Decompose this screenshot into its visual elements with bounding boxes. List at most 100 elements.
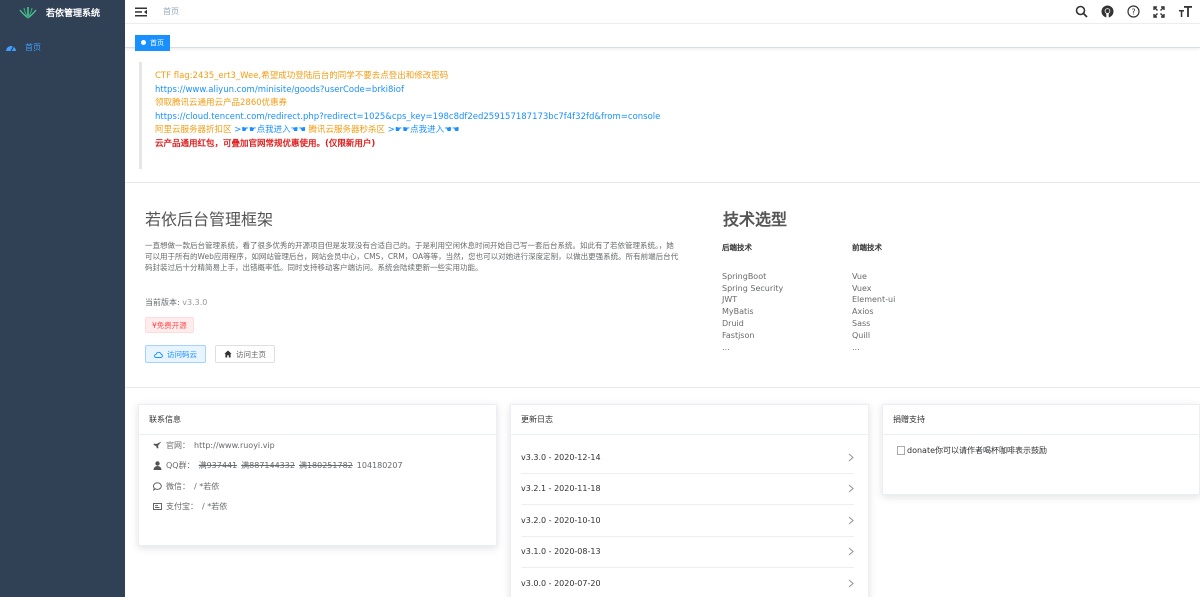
notice-tencent-enter-link[interactable]: >☛☛点我进入☚☚ bbox=[388, 125, 460, 135]
changelog-item-label: v3.1.0 - 2020-08-13 bbox=[521, 547, 601, 557]
broken-image-icon bbox=[897, 446, 905, 455]
notice-flag: CTF flag:2435_ert3_Wee,希望成功登陆后台的同学不要去点登出… bbox=[155, 71, 449, 81]
contact-card: 联系信息 官网： http://www.ruoyi.vip QQ群： 满9374… bbox=[138, 404, 497, 546]
notice-redpacket[interactable]: 云产品通用红包，可叠加官网常规优惠使用。(仅限新用户) bbox=[155, 138, 1200, 152]
alipay-label: 支付宝： bbox=[166, 502, 198, 512]
notice-promo-row: 阿里云服务器折扣区 >☛☛点我进入☚☚ 腾讯云服务器秒杀区 >☛☛点我进入☚☚ bbox=[155, 124, 1200, 138]
app-root: 若依管理系统 首页 首页 ? 首页 CTF flag:2435_ert3_Wee… bbox=[0, 0, 1200, 597]
frontend-tech-list: 前端技术 Vue Vuex Element-ui Axios Sass Quil… bbox=[852, 242, 895, 353]
list-item: Element-ui bbox=[852, 295, 896, 305]
github-icon[interactable] bbox=[1100, 5, 1114, 19]
dashboard-icon bbox=[6, 46, 16, 52]
changelog-item[interactable]: v3.2.0 - 2020-10-10 bbox=[521, 505, 854, 537]
sidebar-item-label: 首页 bbox=[25, 42, 41, 52]
changelog-item-label: v3.0.0 - 2020-07-20 bbox=[521, 578, 601, 588]
backend-tech-title: 后端技术 bbox=[722, 243, 752, 252]
list-item: Vue bbox=[852, 271, 867, 281]
alipay-value: / *若依 bbox=[202, 502, 228, 512]
version-label: 当前版本: bbox=[145, 298, 180, 307]
home-icon bbox=[224, 350, 232, 358]
notice-aliyun-enter-link[interactable]: >☛☛点我进入☚☚ bbox=[234, 125, 306, 135]
changelog-item-label: v3.3.0 - 2020-12-14 bbox=[521, 452, 601, 462]
notice-tencent-link[interactable]: https://cloud.tencent.com/redirect.php?r… bbox=[155, 111, 1200, 125]
chevron-right-icon bbox=[848, 516, 854, 525]
tech-title: 技术选型 bbox=[723, 210, 788, 229]
qq-group-open[interactable]: 104180207 bbox=[357, 461, 403, 470]
notice-block: CTF flag:2435_ert3_Wee,希望成功登陆后台的同学不要去点登出… bbox=[139, 62, 1200, 169]
intro-title: 若依后台管理框架 bbox=[145, 210, 274, 229]
navbar-right-menu: ? bbox=[1074, 5, 1200, 19]
list-item: JWT bbox=[722, 295, 738, 305]
contact-website: 官网： http://www.ruoyi.vip bbox=[139, 435, 496, 456]
divider bbox=[125, 182, 1200, 183]
money-icon bbox=[153, 502, 162, 511]
frontend-tech-title: 前端技术 bbox=[852, 243, 882, 252]
notice-tencent-label: 腾讯云服务器秒杀区 bbox=[308, 125, 386, 135]
list-item: Axios bbox=[852, 307, 874, 317]
qq-group-full: 满937441 bbox=[198, 461, 238, 471]
user-icon bbox=[153, 461, 162, 471]
donate-alt-text: donate你可以请作者喝杯咖啡表示鼓励 bbox=[907, 446, 1048, 455]
changelog-item-label: v3.2.0 - 2020-10-10 bbox=[521, 515, 601, 525]
chevron-right-icon bbox=[848, 453, 854, 462]
breadcrumb[interactable]: 首页 bbox=[163, 6, 179, 17]
list-item: SpringBoot bbox=[722, 271, 767, 281]
notice-coupon: 领取腾讯云通用云产品2860优惠券 bbox=[155, 98, 288, 108]
changelog-card: 更新日志 v3.3.0 - 2020-12-14 v3.2.1 - 2020-1… bbox=[510, 404, 869, 597]
fullscreen-icon[interactable] bbox=[1152, 5, 1166, 19]
tags-view: 首页 bbox=[125, 24, 1200, 51]
donate-card: 捐赠支持 donate你可以请作者喝杯咖啡表示鼓励 bbox=[882, 404, 1200, 495]
visit-gitee-label: 访问码云 bbox=[167, 349, 197, 359]
list-item: Sass bbox=[852, 318, 871, 328]
list-item: Fastjson bbox=[722, 330, 755, 340]
tag-label: 首页 bbox=[150, 38, 164, 47]
question-icon[interactable]: ? bbox=[1126, 5, 1140, 19]
changelog-list: v3.3.0 - 2020-12-14 v3.2.1 - 2020-11-18 … bbox=[511, 435, 868, 597]
search-icon[interactable] bbox=[1074, 5, 1088, 19]
list-item: MyBatis bbox=[722, 307, 754, 317]
contact-card-title: 联系信息 bbox=[139, 405, 496, 435]
chevron-right-icon bbox=[848, 547, 854, 556]
list-item: ... bbox=[722, 342, 730, 352]
logo-icon bbox=[19, 7, 37, 19]
tag-home[interactable]: 首页 bbox=[135, 34, 170, 51]
version-info: 当前版本: v3.3.0 bbox=[145, 297, 207, 308]
sidebar: 若依管理系统 首页 bbox=[0, 0, 125, 597]
changelog-item-label: v3.2.1 - 2020-11-18 bbox=[521, 484, 601, 494]
changelog-item[interactable]: v3.0.0 - 2020-07-20 bbox=[521, 568, 854, 597]
wechat-value: / *若依 bbox=[194, 481, 220, 491]
notice-aliyun-label: 阿里云服务器折扣区 bbox=[155, 125, 232, 135]
active-dot-icon bbox=[141, 40, 146, 45]
version-value: v3.3.0 bbox=[182, 298, 208, 307]
list-item: Vuex bbox=[852, 283, 872, 293]
changelog-item[interactable]: v3.2.1 - 2020-11-18 bbox=[521, 474, 854, 505]
cloud-icon bbox=[154, 351, 163, 358]
logo[interactable]: 若依管理系统 bbox=[0, 0, 125, 24]
hamburger-icon[interactable] bbox=[135, 6, 147, 18]
website-link[interactable]: http://www.ruoyi.vip bbox=[194, 441, 275, 450]
changelog-item[interactable]: v3.1.0 - 2020-08-13 bbox=[521, 537, 854, 568]
contact-alipay: 支付宝： / *若依 bbox=[139, 497, 496, 518]
donate-card-title: 捐赠支持 bbox=[883, 405, 1199, 435]
sidebar-item-home[interactable]: 首页 bbox=[0, 40, 125, 54]
donate-image: donate你可以请作者喝杯咖啡表示鼓励 bbox=[883, 435, 1199, 456]
wechat-label: 微信： bbox=[166, 481, 190, 491]
backend-tech-list: 后端技术 SpringBoot Spring Security JWT MyBa… bbox=[722, 242, 783, 353]
main-area: 首页 ? 首页 CTF flag:2435_ert3_Wee,希望成功登陆后台的… bbox=[125, 0, 1200, 597]
list-item: Spring Security bbox=[722, 283, 784, 293]
visit-homepage-button[interactable]: 访问主页 bbox=[215, 345, 275, 363]
divider bbox=[125, 387, 1200, 388]
contact-wechat: 微信： / *若依 bbox=[139, 476, 496, 497]
changelog-card-title: 更新日志 bbox=[511, 405, 868, 435]
free-tag: ¥免费开源 bbox=[145, 317, 194, 333]
chat-icon bbox=[153, 482, 162, 491]
qq-group-full: 满887144332 bbox=[241, 461, 295, 471]
font-size-icon[interactable] bbox=[1178, 5, 1192, 19]
visit-gitee-button[interactable]: 访问码云 bbox=[145, 345, 206, 363]
intro-description: 一直想做一款后台管理系统，看了很多优秀的开源项目但是发现没有合适自己的。于是利用… bbox=[145, 241, 679, 272]
notice-aliyun-link[interactable]: https://www.aliyun.com/minisite/goods?us… bbox=[155, 84, 1200, 98]
website-label: 官网： bbox=[166, 440, 190, 450]
svg-text:?: ? bbox=[1131, 7, 1135, 16]
changelog-item[interactable]: v3.3.0 - 2020-12-14 bbox=[521, 442, 854, 474]
rocket-icon bbox=[153, 441, 162, 450]
